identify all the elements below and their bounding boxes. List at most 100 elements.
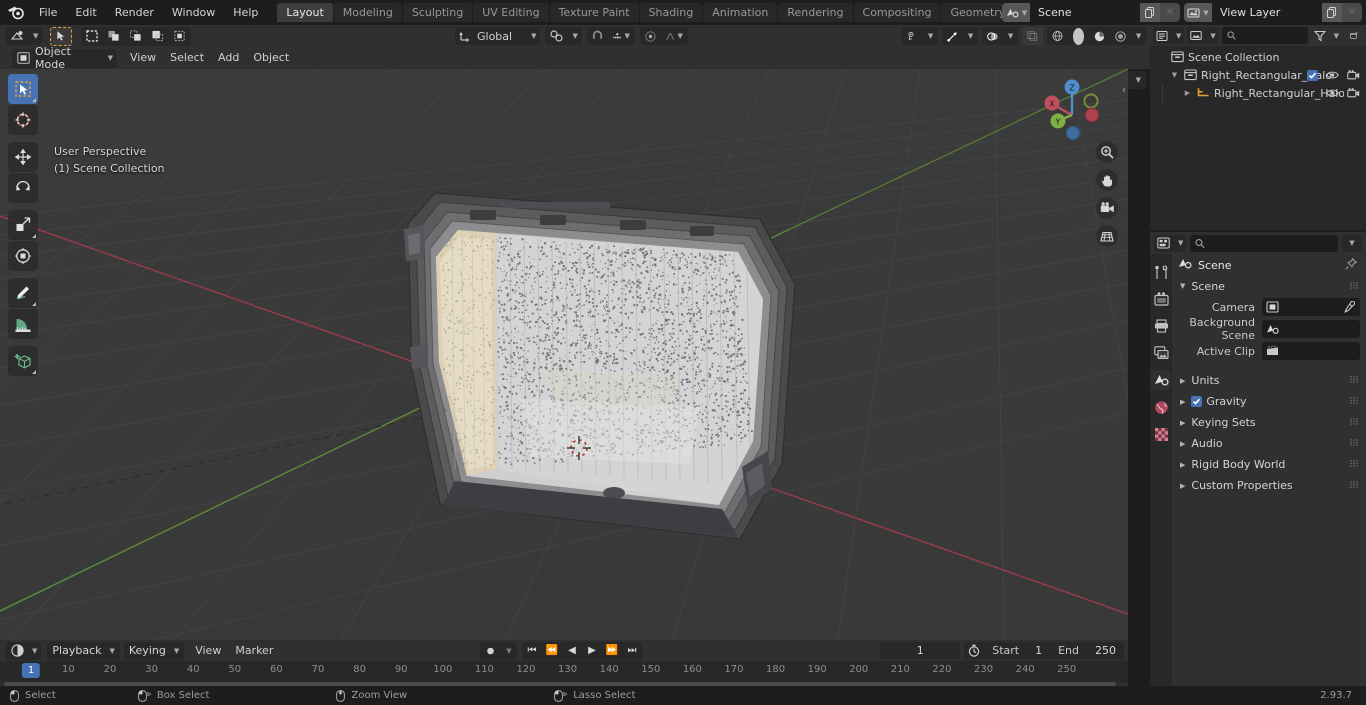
workspace-tab-uv-editing[interactable]: UV Editing	[473, 3, 549, 22]
jump-to-end-button[interactable]: ⏭	[622, 642, 642, 660]
scene-icon[interactable]: ▼	[1002, 3, 1030, 22]
tweak-tool[interactable]	[8, 74, 38, 104]
cursor-tool[interactable]	[8, 105, 38, 135]
scene-name[interactable]: Scene	[1030, 3, 1140, 22]
properties-search-input[interactable]	[1190, 234, 1338, 252]
output-tab[interactable]	[1151, 316, 1171, 336]
properties-editor-type[interactable]: ▼	[1154, 234, 1187, 252]
viewport-menu-object[interactable]: Object	[246, 49, 296, 67]
xray-toggle-icon[interactable]	[1022, 27, 1043, 45]
shading-wireframe-icon[interactable]	[1047, 27, 1068, 45]
property-field-camera[interactable]	[1262, 298, 1360, 316]
outliner-search-field[interactable]	[1239, 29, 1303, 42]
auto-keying-dropdown[interactable]: ▼	[501, 642, 517, 660]
filter-icon[interactable]: ▼	[1311, 27, 1342, 44]
hide-in-viewport-icon[interactable]	[1326, 70, 1339, 80]
workspace-tab-modeling[interactable]: Modeling	[333, 3, 402, 22]
shading-dropdown[interactable]: ▼	[1131, 27, 1146, 45]
disable-in-render-icon[interactable]	[1347, 88, 1360, 98]
outliner-row[interactable]: ▼Right_Rectangular_Halogen_H	[1150, 66, 1366, 84]
world-tab[interactable]	[1151, 397, 1171, 417]
3d-viewport[interactable]: User Perspective (1) Scene Collection Z …	[0, 69, 1128, 640]
timeline-ruler[interactable]: 10 20 30 40 50 60 70 80 90 100 110 120 130 140 150 160 1…	[0, 661, 1128, 683]
navigation-gizmo[interactable]: Z X Y	[1036, 75, 1106, 145]
overlays-icon[interactable]	[982, 27, 1003, 45]
timeline-menu-marker[interactable]: Marker	[228, 642, 280, 660]
hide-in-viewport-icon[interactable]	[1326, 88, 1339, 98]
timeline-playhead[interactable]: 1	[21, 663, 41, 678]
transform-orientation-selector[interactable]: Global ▼	[455, 27, 541, 45]
workspace-tab-rendering[interactable]: Rendering	[778, 3, 853, 22]
timeline-menu-playback[interactable]: Playback ▼	[47, 641, 120, 660]
jump-to-start-button[interactable]: ⏮	[522, 642, 542, 660]
start-value[interactable]: 1	[1027, 644, 1050, 657]
outliner-row[interactable]: Scene Collection	[1150, 48, 1366, 66]
rotate-tool[interactable]	[8, 173, 38, 203]
shading-rendered-icon[interactable]	[1110, 27, 1131, 45]
camera-view-icon[interactable]	[1096, 197, 1118, 219]
select-box-icon[interactable]	[81, 27, 103, 46]
viewport-menu-select[interactable]: Select	[163, 49, 211, 67]
play-button[interactable]: ▶	[582, 642, 602, 660]
current-frame-field[interactable]: 1	[880, 642, 961, 659]
outliner-display-mode[interactable]: ▼	[1187, 27, 1219, 44]
new-scene-button[interactable]	[1140, 3, 1160, 22]
property-field-active-clip[interactable]	[1262, 342, 1360, 360]
shading-solid-icon[interactable]	[1068, 27, 1089, 45]
object-visibility-dropdown[interactable]: ▼	[923, 27, 938, 45]
frame-range-fields[interactable]: Start 1 End 250	[964, 642, 1124, 659]
gizmo-icon[interactable]	[942, 27, 963, 45]
unlink-scene-button[interactable]: ✕	[1160, 3, 1180, 22]
transform-tool[interactable]	[8, 241, 38, 271]
active-tool-icon[interactable]	[50, 26, 73, 46]
properties-options-dropdown[interactable]: ▼	[1342, 234, 1362, 252]
object-visibility-icon[interactable]	[902, 27, 923, 45]
scale-tool[interactable]	[8, 210, 38, 240]
gravity-checkbox[interactable]	[1191, 396, 1203, 407]
panel-gravity[interactable]: ▶ Gravity	[1172, 391, 1366, 412]
tool-tab[interactable]	[1151, 262, 1171, 282]
gizmo-dropdown[interactable]: ▼	[963, 27, 978, 45]
annotate-tool[interactable]	[8, 278, 38, 308]
menu-window[interactable]: Window	[163, 3, 224, 22]
panel-rigid-body-world[interactable]: ▶ Rigid Body World	[1172, 454, 1366, 475]
property-field-background-scene[interactable]	[1262, 320, 1360, 338]
select-intersect-icon[interactable]	[169, 27, 191, 46]
select-subtract-icon[interactable]	[125, 27, 147, 46]
end-value[interactable]: 250	[1087, 644, 1124, 657]
viewport-sidebar-toggle[interactable]: ‹	[1122, 85, 1126, 96]
select-invert-icon[interactable]	[147, 27, 169, 46]
disclosure-triangle-icon[interactable]: ▼	[1169, 71, 1180, 79]
snap-magnet-icon[interactable]	[587, 27, 608, 45]
exclude-checkbox[interactable]	[1307, 69, 1318, 81]
viewport-menu-add[interactable]: Add	[211, 49, 246, 67]
outliner-editor-type[interactable]: ▼	[1153, 27, 1185, 44]
render-tab[interactable]	[1151, 289, 1171, 309]
properties-search-field[interactable]	[1209, 236, 1333, 250]
move-tool[interactable]	[8, 142, 38, 172]
workspace-tab-animation[interactable]: Animation	[703, 3, 778, 22]
zoom-view-icon[interactable]	[1096, 141, 1118, 163]
shading-material-preview-icon[interactable]	[1089, 27, 1110, 45]
toggle-perspective-icon[interactable]	[1096, 225, 1118, 247]
view-layer-tab[interactable]	[1151, 343, 1171, 363]
menu-render[interactable]: Render	[106, 3, 163, 22]
menu-edit[interactable]: Edit	[66, 3, 105, 22]
proportional-edit-icon[interactable]	[640, 27, 661, 45]
editor-type-selector[interactable]: ▼	[6, 27, 43, 45]
workspace-tab-layout[interactable]: Layout	[277, 3, 333, 22]
scene-tab[interactable]	[1151, 370, 1171, 390]
new-view-layer-button[interactable]	[1322, 3, 1342, 22]
panel-audio[interactable]: ▶ Audio	[1172, 433, 1366, 454]
workspace-tab-sculpting[interactable]: Sculpting	[402, 3, 473, 22]
timeline-menu-keying[interactable]: Keying ▼	[123, 641, 185, 660]
eyedropper-icon[interactable]	[1343, 301, 1355, 313]
add-cube-tool[interactable]	[8, 346, 38, 376]
view-layer-icon[interactable]: ▼	[1184, 3, 1212, 22]
outliner-row[interactable]: ▶ Right_Rectangular_Halog	[1150, 84, 1366, 102]
pan-view-icon[interactable]	[1096, 169, 1118, 191]
menu-help[interactable]: Help	[224, 3, 267, 22]
stopwatch-icon[interactable]	[964, 644, 984, 657]
play-reverse-button[interactable]: ◀	[562, 642, 582, 660]
disable-in-render-icon[interactable]	[1347, 70, 1360, 80]
